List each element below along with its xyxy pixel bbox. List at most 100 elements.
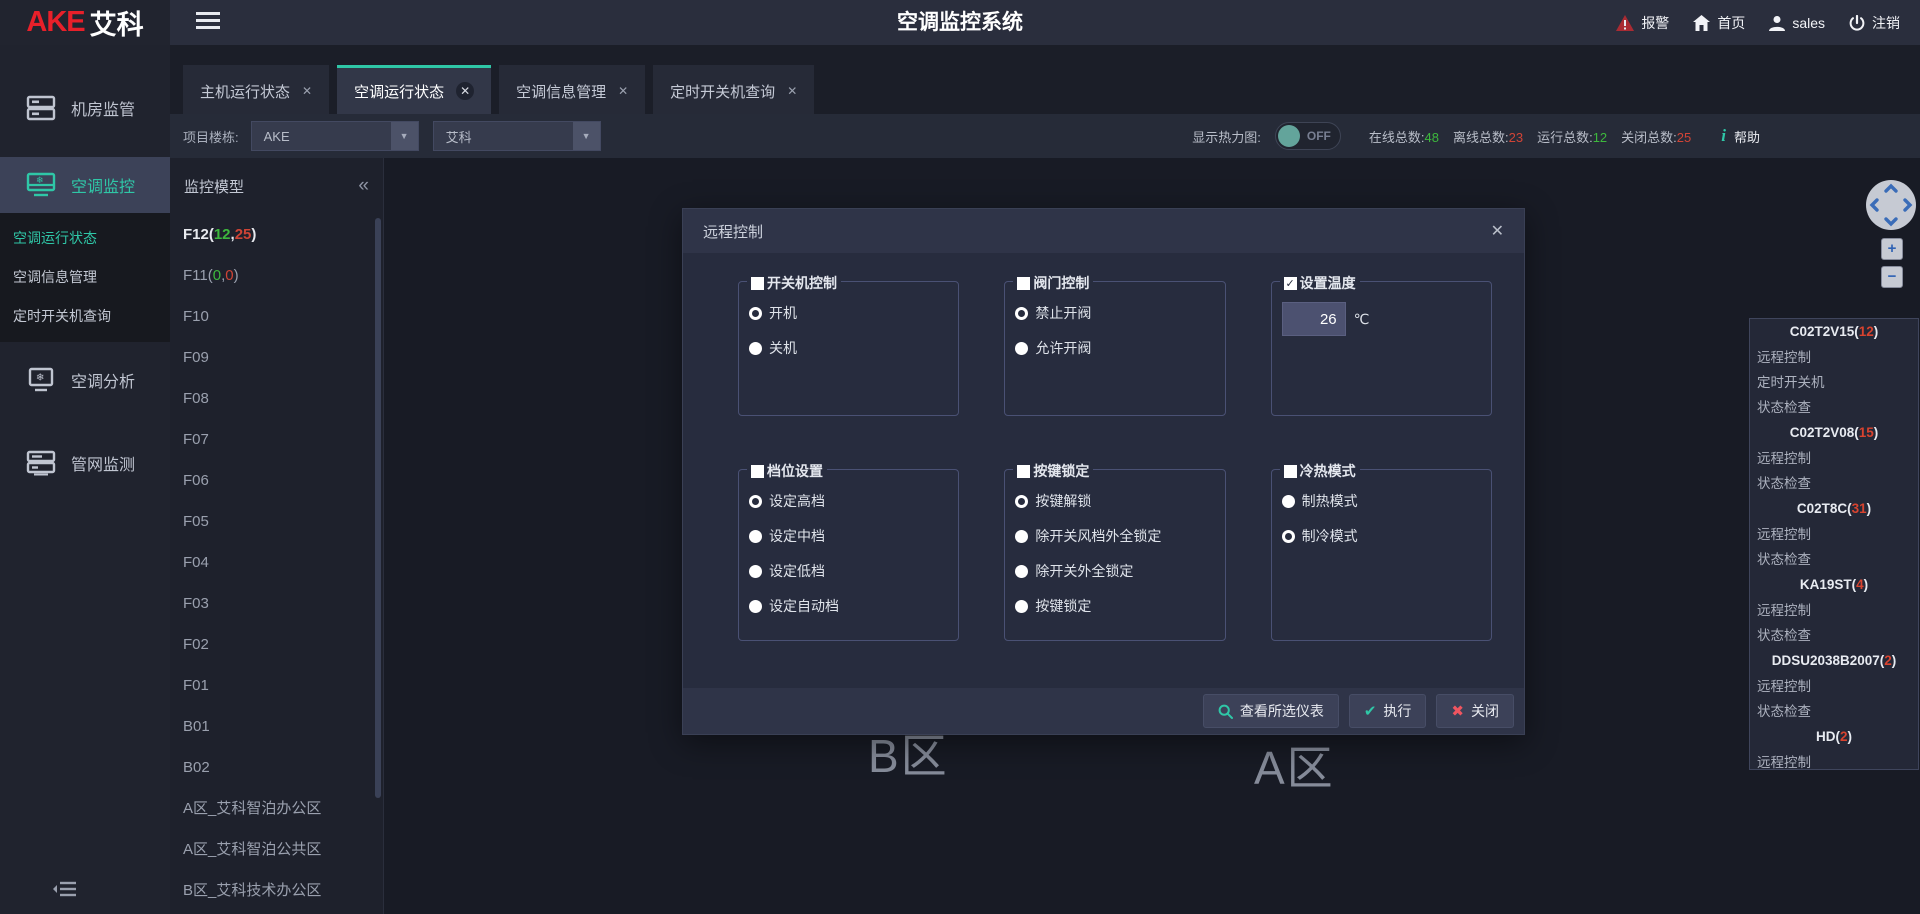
model-item-f08[interactable]: F08 — [170, 378, 383, 419]
stat-closed: 关闭总数:25 — [1621, 127, 1691, 146]
group-valve-control: 阀门控制 禁止开阀 允许开阀 — [1004, 281, 1225, 416]
submenu-item-ac-run-status[interactable]: 空调运行状态 — [0, 219, 170, 258]
radio-option-key-lock[interactable]: 按键锁定 — [1015, 596, 1224, 616]
menu-hamburger-icon[interactable] — [196, 12, 220, 32]
alarm-button[interactable]: 报警 — [1616, 13, 1669, 33]
tab-timer-query[interactable]: 定时开关机查询 ✕ — [653, 65, 814, 114]
model-item-f02[interactable]: F02 — [170, 624, 383, 665]
menu-item-remote-control[interactable]: 远程控制 — [1750, 345, 1918, 370]
sidebar-item-ac-monitoring[interactable]: ❄ 空调监控 — [0, 157, 170, 213]
radio-option-lock-except-switch[interactable]: 除开关外全锁定 — [1015, 561, 1224, 581]
home-button[interactable]: 首页 — [1693, 13, 1745, 33]
model-item-f07[interactable]: F07 — [170, 419, 383, 460]
radio-option-valve-allow[interactable]: 允许开阀 — [1015, 338, 1224, 358]
group-key-lock: 按键锁定 按键解锁 除开关风档外全锁定 除开关外全锁定 按键锁定 — [1004, 469, 1225, 641]
checkbox-icon[interactable] — [1017, 277, 1030, 290]
stat-offline: 离线总数:23 — [1453, 127, 1523, 146]
menu-item-status-check[interactable]: 状态检查 — [1750, 547, 1918, 572]
tab-close-icon[interactable]: ✕ — [787, 84, 797, 98]
execute-button[interactable]: ✔ 执行 — [1349, 694, 1427, 728]
menu-item-status-check[interactable]: 状态检查 — [1750, 699, 1918, 724]
tab-ac-run-status[interactable]: 空调运行状态 ✕ — [337, 65, 491, 114]
radio-option-speed-high[interactable]: 设定高档 — [749, 491, 958, 511]
radio-option-power-on[interactable]: 开机 — [749, 303, 958, 323]
model-item-b01[interactable]: B01 — [170, 706, 383, 747]
radio-option-speed-low[interactable]: 设定低档 — [749, 561, 958, 581]
close-icon[interactable]: ✕ — [1491, 221, 1504, 241]
close-button[interactable]: ✖ 关闭 — [1436, 694, 1514, 728]
panel-scrollbar[interactable] — [375, 218, 381, 798]
menu-item-remote-control[interactable]: 远程控制 — [1750, 446, 1918, 471]
model-item-f04[interactable]: F04 — [170, 542, 383, 583]
brand-logo: AKE 艾科 — [0, 0, 170, 45]
checkbox-icon[interactable] — [1284, 465, 1297, 478]
submenu-item-timer-query[interactable]: 定时开关机查询 — [0, 297, 170, 336]
ac-monitor-icon: ❄ — [26, 172, 56, 198]
alarm-label: 报警 — [1641, 13, 1669, 33]
sidebar-item-ac-analysis[interactable]: ❄ 空调分析 — [0, 342, 170, 417]
radio-option-power-off[interactable]: 关机 — [749, 338, 958, 358]
map-zoom-in-button[interactable]: + — [1881, 238, 1903, 260]
model-list: F12(12,25) F11(0,0) F10 F09 F08 F07 F06 … — [170, 214, 383, 911]
tab-strip: 主机运行状态 ✕ 空调运行状态 ✕ 空调信息管理 ✕ 定时开关机查询 ✕ — [170, 45, 1920, 114]
tab-close-icon[interactable]: ✕ — [618, 84, 628, 98]
radio-option-cool-mode[interactable]: 制冷模式 — [1282, 526, 1491, 546]
sidebar-collapse-icon[interactable] — [52, 880, 78, 898]
radio-option-heat-mode[interactable]: 制热模式 — [1282, 491, 1491, 511]
building-select[interactable]: AKE ▼ — [251, 121, 419, 151]
panel-collapse-icon[interactable]: « — [358, 175, 369, 197]
model-item-f10[interactable]: F10 — [170, 296, 383, 337]
temperature-input[interactable] — [1282, 302, 1346, 336]
map-zoom-out-button[interactable]: − — [1881, 266, 1903, 288]
view-selected-meters-button[interactable]: 查看所选仪表 — [1203, 694, 1339, 728]
menu-item-status-check[interactable]: 状态检查 — [1750, 471, 1918, 496]
heatmap-toggle[interactable]: OFF — [1275, 122, 1341, 150]
menu-item-status-check[interactable]: 状态检查 — [1750, 395, 1918, 420]
modal-footer: 查看所选仪表 ✔ 执行 ✖ 关闭 — [683, 688, 1524, 734]
model-item-b02[interactable]: B02 — [170, 747, 383, 788]
tab-host-run-status[interactable]: 主机运行状态 ✕ — [183, 65, 329, 114]
menu-item-timer-switch[interactable]: 定时开关机 — [1750, 370, 1918, 395]
username-label: sales — [1792, 15, 1825, 31]
menu-item-status-check[interactable]: 状态检查 — [1750, 623, 1918, 648]
map-pan-compass[interactable] — [1866, 180, 1916, 230]
radio-icon — [1015, 342, 1028, 355]
tab-close-icon[interactable]: ✕ — [302, 84, 312, 98]
help-button[interactable]: i 帮助 — [1721, 126, 1760, 146]
menu-item-remote-control[interactable]: 远程控制 — [1750, 522, 1918, 547]
svg-text:❄: ❄ — [36, 372, 44, 383]
power-icon — [1849, 15, 1865, 31]
model-item-bzone-tech[interactable]: B区_艾科技术办公区 — [170, 870, 383, 911]
submenu-item-ac-info[interactable]: 空调信息管理 — [0, 258, 170, 297]
model-item-f06[interactable]: F06 — [170, 460, 383, 501]
model-item-f09[interactable]: F09 — [170, 337, 383, 378]
radio-option-key-unlock[interactable]: 按键解锁 — [1015, 491, 1224, 511]
radio-option-speed-mid[interactable]: 设定中档 — [749, 526, 958, 546]
model-item-f11[interactable]: F11(0,0) — [170, 255, 383, 296]
checkbox-icon[interactable] — [1017, 465, 1030, 478]
checkbox-checked-icon[interactable] — [1284, 277, 1297, 290]
tab-ac-info[interactable]: 空调信息管理 ✕ — [499, 65, 645, 114]
checkbox-icon[interactable] — [751, 465, 764, 478]
tab-close-icon[interactable]: ✕ — [456, 82, 474, 100]
sidebar-item-machine-room[interactable]: 机房监管 — [0, 70, 170, 145]
model-item-f05[interactable]: F05 — [170, 501, 383, 542]
menu-item-remote-control[interactable]: 远程控制 — [1750, 598, 1918, 623]
block-select[interactable]: 艾科 ▼ — [433, 121, 601, 151]
menu-item-remote-control[interactable]: 远程控制 — [1750, 750, 1918, 775]
menu-item-remote-control[interactable]: 远程控制 — [1750, 674, 1918, 699]
filter-bar: 项目楼栋: AKE ▼ 艾科 ▼ 显示热力图: OFF 在线总数:48 离线总数… — [170, 114, 1920, 158]
model-item-f01[interactable]: F01 — [170, 665, 383, 706]
radio-option-lock-except-switch-fan[interactable]: 除开关风档外全锁定 — [1015, 526, 1224, 546]
checkbox-icon[interactable] — [751, 277, 764, 290]
logout-button[interactable]: 注销 — [1849, 13, 1900, 33]
device-header-c02t8c: C02T8C(31) — [1750, 496, 1918, 522]
model-item-f12[interactable]: F12(12,25) — [170, 214, 383, 255]
model-item-azone-public[interactable]: A区_艾科智泊公共区 — [170, 829, 383, 870]
model-item-azone-office[interactable]: A区_艾科智泊办公区 — [170, 788, 383, 829]
radio-option-speed-auto[interactable]: 设定自动档 — [749, 596, 958, 616]
model-item-f03[interactable]: F03 — [170, 583, 383, 624]
radio-option-valve-forbid[interactable]: 禁止开阀 — [1015, 303, 1224, 323]
sidebar-item-pipe-network[interactable]: 管网监测 — [0, 425, 170, 500]
user-button[interactable]: sales — [1769, 15, 1825, 31]
